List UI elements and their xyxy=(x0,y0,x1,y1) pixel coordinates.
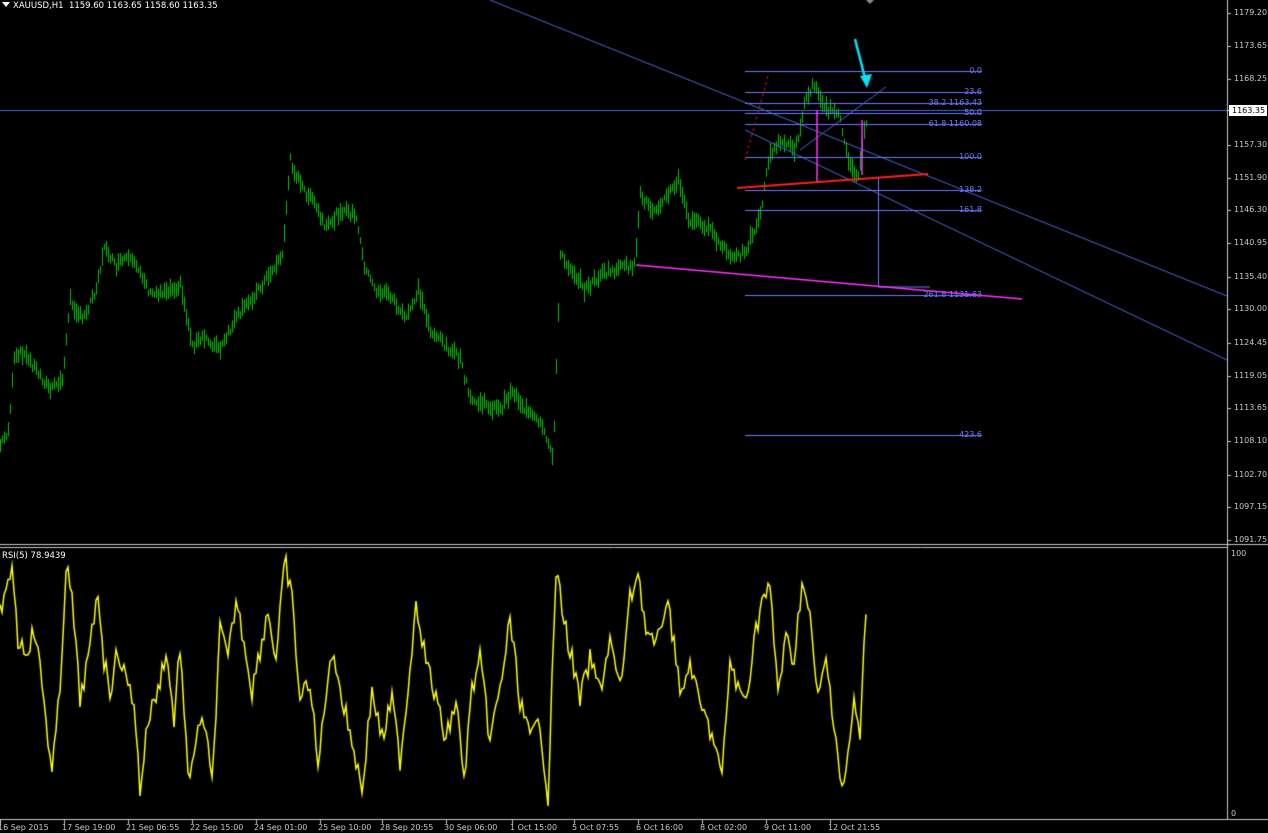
price-tick-label: 1108.10 xyxy=(1234,436,1268,445)
time-tick-label: 22 Sep 15:00 xyxy=(190,823,244,832)
price-tick-label: 1135.40 xyxy=(1234,272,1268,281)
time-tick-label: 21 Sep 06:55 xyxy=(126,823,180,832)
price-tick-label: 1097.15 xyxy=(1234,502,1268,511)
time-tick-label: 12 Oct 21:55 xyxy=(828,823,881,832)
price-tick-label: 1173.65 xyxy=(1234,41,1268,50)
chart-header: XAUUSD,H1 1159.60 1163.65 1158.60 1163.3… xyxy=(2,1,218,11)
fib-level-label: 50.0 xyxy=(964,108,982,117)
time-tick-label: 28 Sep 20:55 xyxy=(380,823,434,832)
fib-level-label: 423.6 xyxy=(959,430,982,439)
rsi-min-label: 0 xyxy=(1231,809,1237,818)
fib-level-label: 261.8 1131.63 xyxy=(923,290,982,299)
current-price-badge: 1163.35 xyxy=(1229,105,1267,116)
price-chart-canvas[interactable] xyxy=(0,0,1268,833)
symbol-label: XAUUSD,H1 xyxy=(13,1,64,11)
price-tick-label: 1130.00 xyxy=(1234,304,1268,313)
time-tick-label: 30 Sep 06:00 xyxy=(444,823,498,832)
ohlc-label: 1159.60 1163.65 1158.60 1163.35 xyxy=(68,1,218,11)
time-tick-label: 25 Sep 10:00 xyxy=(318,823,372,832)
price-tick-label: 1113.65 xyxy=(1234,403,1268,412)
rsi-max-label: 100 xyxy=(1231,549,1247,558)
fib-level-label: 100.0 xyxy=(959,152,982,161)
time-tick-label: 8 Oct 02:00 xyxy=(700,823,748,832)
price-tick-label: 1119.05 xyxy=(1234,371,1268,380)
time-tick-label: 5 Oct 07:55 xyxy=(572,823,620,832)
time-tick-label: 16 Sep 2015 xyxy=(0,823,49,832)
time-tick-label: 17 Sep 19:00 xyxy=(62,823,116,832)
time-tick-label: 9 Oct 11:00 xyxy=(764,823,812,832)
time-tick-label: 24 Sep 01:00 xyxy=(254,823,308,832)
price-tick-label: 1168.25 xyxy=(1234,74,1268,83)
price-tick-label: 1157.30 xyxy=(1234,140,1268,149)
price-tick-label: 1091.75 xyxy=(1234,535,1268,544)
price-tick-label: 1140.95 xyxy=(1234,238,1268,247)
fib-level-label: 138.2 xyxy=(959,185,982,194)
fib-level-label: 38.2 1163.43 xyxy=(928,98,982,107)
price-tick-label: 1179.20 xyxy=(1234,8,1268,17)
fib-level-label: 23.6 xyxy=(964,87,982,96)
fib-level-label: 161.8 xyxy=(959,205,982,214)
price-tick-label: 1102.70 xyxy=(1234,470,1268,479)
fib-level-label: 0.0 xyxy=(969,66,982,75)
price-tick-label: 1124.45 xyxy=(1234,338,1268,347)
dropdown-triangle-icon[interactable] xyxy=(2,2,10,7)
fib-level-label: 61.8 1160.08 xyxy=(928,119,982,128)
time-tick-label: 1 Oct 15:00 xyxy=(510,823,558,832)
price-tick-label: 1146.30 xyxy=(1234,205,1268,214)
time-tick-label: 6 Oct 16:00 xyxy=(636,823,684,832)
price-tick-label: 1151.90 xyxy=(1234,173,1268,182)
rsi-indicator-label: RSI(5) 78.9439 xyxy=(2,551,66,561)
